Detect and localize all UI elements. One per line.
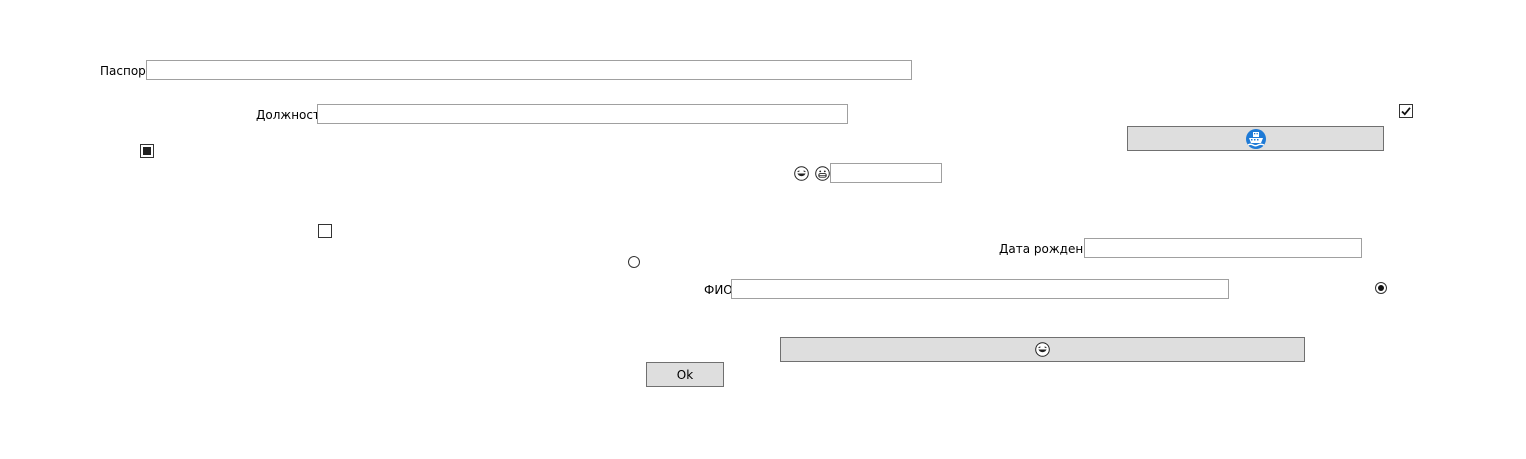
position-input[interactable] — [317, 104, 848, 124]
grinning-face-icon — [815, 166, 830, 181]
ship-button[interactable] — [1127, 126, 1384, 151]
laughing-face-icon — [1035, 342, 1050, 357]
ok-button[interactable]: Ok — [646, 362, 724, 387]
checkbox-indeterminate-left[interactable] — [140, 144, 154, 158]
small-input[interactable] — [830, 163, 942, 183]
checkbox-unchecked-middle[interactable] — [318, 224, 332, 238]
radio-unselected-middle[interactable] — [628, 256, 640, 268]
laughing-face-icon — [794, 166, 809, 181]
radio-selected-right[interactable] — [1375, 282, 1387, 294]
passport-input[interactable] — [146, 60, 912, 80]
fio-label: ФИО — [704, 283, 733, 297]
emoji-button[interactable] — [780, 337, 1305, 362]
checkmark-icon — [1401, 107, 1411, 116]
fio-input[interactable] — [731, 279, 1229, 299]
ship-icon — [1245, 128, 1266, 149]
passport-label: Паспорт — [100, 64, 153, 78]
birthdate-input[interactable] — [1084, 238, 1362, 258]
checkbox-checked-top-right[interactable] — [1399, 104, 1413, 118]
